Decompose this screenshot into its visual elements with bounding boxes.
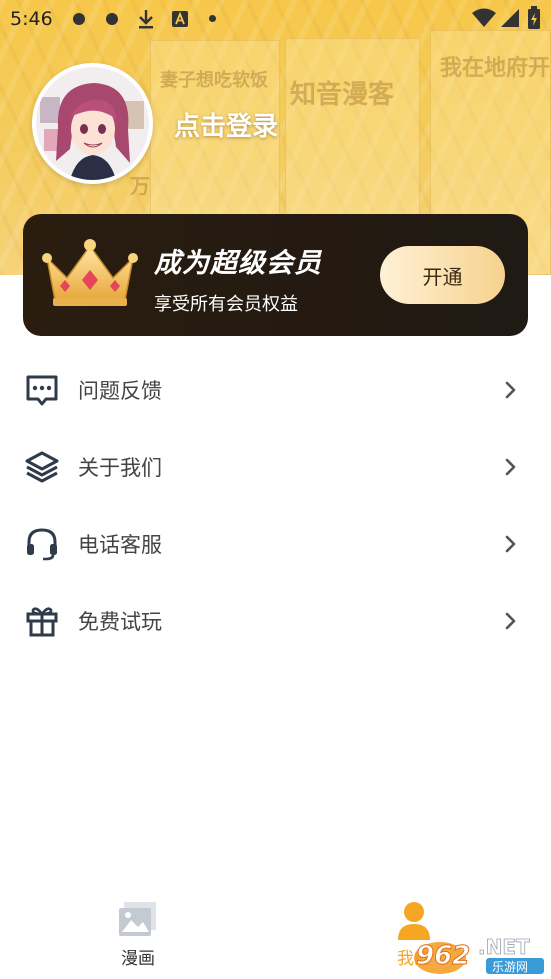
status-time: 5:46 — [10, 8, 53, 30]
dot-icon — [209, 15, 216, 22]
vip-subtitle: 享受所有会员权益 — [154, 294, 298, 315]
menu-item-free-trial[interactable]: 免费试玩 — [0, 586, 551, 656]
avatar-illustration — [36, 67, 149, 180]
signal-icon — [501, 9, 519, 27]
chevron-right-icon — [505, 381, 516, 399]
svg-text:乐游网: 乐游网 — [492, 960, 528, 974]
gift-icon — [26, 607, 58, 637]
gallery-icon — [119, 902, 156, 936]
poster-title: 知音漫客 — [290, 80, 395, 110]
notification-dot-icon — [106, 13, 118, 25]
vip-activate-button[interactable]: 开通 — [380, 246, 505, 304]
menu-item-feedback[interactable]: 问题反馈 — [0, 355, 551, 425]
watermark: 962 .NET 乐游网 — [412, 930, 548, 976]
chevron-right-icon — [505, 535, 516, 553]
menu-label: 免费试玩 — [78, 610, 162, 634]
download-icon — [139, 10, 153, 29]
wifi-icon — [472, 8, 496, 27]
menu-label: 关于我们 — [78, 456, 162, 480]
crown-icon — [42, 239, 138, 306]
svg-text:962: 962 — [416, 941, 470, 971]
login-link[interactable]: 点击登录 — [174, 106, 278, 143]
poster-title: 万 — [130, 174, 150, 198]
tab-comics[interactable]: 漫画 — [78, 890, 198, 979]
menu-label: 电话客服 — [78, 533, 162, 557]
battery-icon — [528, 6, 540, 29]
menu-item-about[interactable]: 关于我们 — [0, 432, 551, 502]
headset-icon — [27, 528, 57, 561]
poster-title: 我在地府开后宫 — [440, 56, 551, 81]
chat-bubble-icon — [26, 375, 58, 406]
avatar[interactable] — [32, 63, 153, 184]
notification-dot-icon — [73, 13, 85, 25]
layers-icon — [25, 451, 59, 483]
vip-title: 成为超级会员 — [154, 248, 322, 279]
chevron-right-icon — [505, 612, 516, 630]
tab-label: 漫画 — [121, 949, 155, 969]
chevron-right-icon — [505, 458, 516, 476]
a-badge-icon — [172, 11, 188, 27]
watermark-logo: 962 .NET 乐游网 — [414, 935, 544, 974]
menu-item-phone-support[interactable]: 电话客服 — [0, 509, 551, 579]
svg-text:.NET: .NET — [478, 935, 530, 959]
status-bar: 5:46 — [0, 0, 551, 36]
menu-label: 问题反馈 — [78, 379, 162, 403]
poster-title: 妻子想吃软饭 — [160, 70, 268, 91]
